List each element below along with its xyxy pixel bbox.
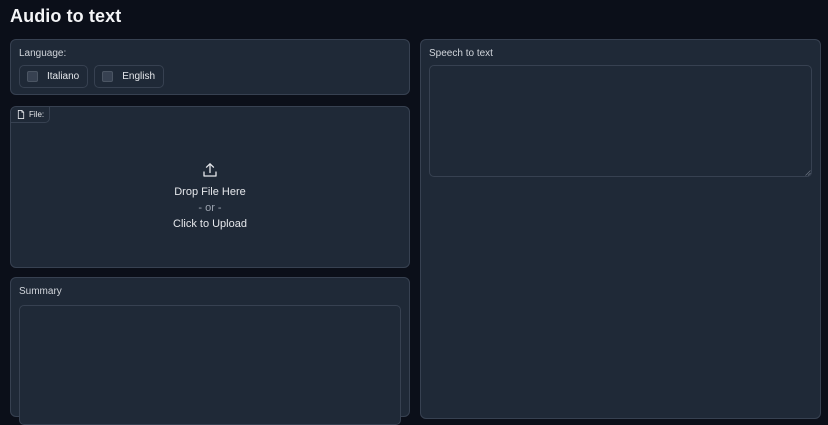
summary-textarea[interactable] [19,305,401,425]
english-checkbox[interactable] [102,71,114,82]
upload-dropzone[interactable]: Drop File Here - or - Click to Upload [11,123,409,267]
language-option-italiano[interactable]: Italiano [19,65,89,88]
language-label: Language: [19,48,67,59]
resize-handle-icon[interactable] [805,170,811,176]
page-title: Audio to text [10,6,122,26]
click-to-upload-text: Click to Upload [173,218,247,230]
speech-to-text-panel: Speech to text [420,39,821,419]
file-icon [17,110,25,119]
language-option-english[interactable]: English [94,65,165,88]
or-text: - or - [198,202,222,214]
drop-file-text: Drop File Here [174,186,246,198]
language-options: Italiano English [19,65,165,88]
italiano-label: Italiano [47,71,80,82]
italiano-checkbox[interactable] [27,71,38,82]
upload-icon [203,163,217,177]
english-label: English [122,71,156,82]
summary-label: Summary [19,286,62,297]
file-upload-panel: File: Drop File Here - or - Click to Upl… [10,106,410,268]
speech-to-text-label: Speech to text [429,48,493,59]
summary-panel: Summary [10,277,410,425]
speech-to-text-textarea[interactable] [429,65,812,177]
language-panel: Language: Italiano English [10,39,410,95]
file-tag-label: File: [29,110,45,119]
file-tag: File: [11,107,51,123]
